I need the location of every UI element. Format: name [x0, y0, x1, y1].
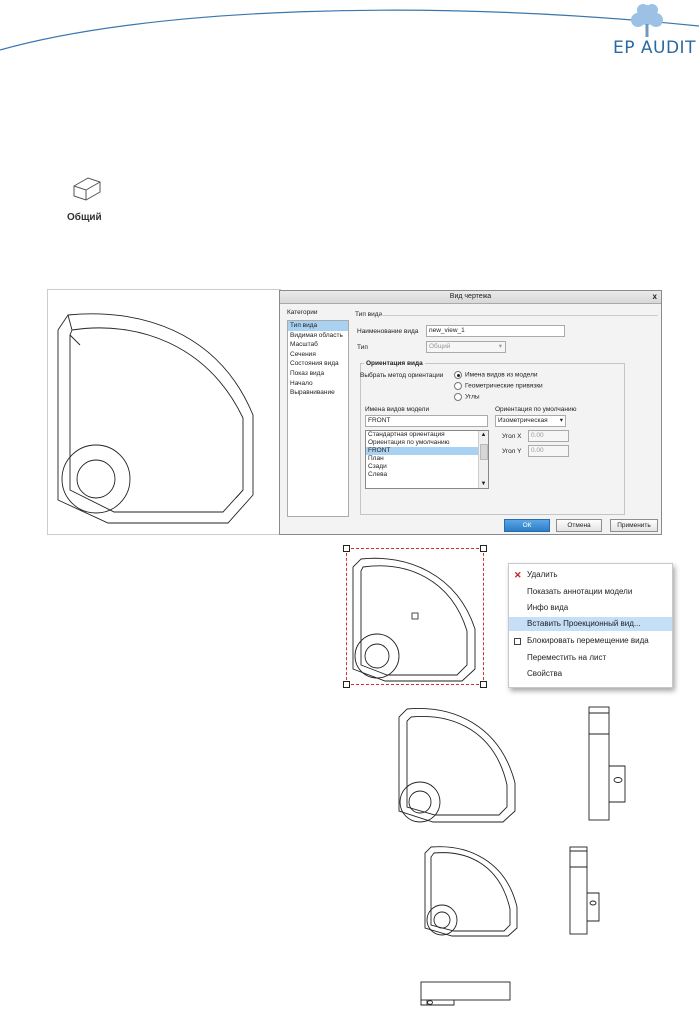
- general-view-button[interactable]: Общий: [62, 172, 110, 227]
- resize-handle[interactable]: [480, 681, 487, 688]
- type-label: Тип: [357, 344, 368, 351]
- dialog-title: Вид чертежа: [280, 291, 661, 304]
- model-view-item[interactable]: Ориентация по умолчанию: [366, 439, 488, 447]
- selected-drawing-view[interactable]: [343, 545, 487, 688]
- angle-x-input[interactable]: 0.00: [528, 430, 569, 442]
- section-title: Тип вида: [355, 311, 383, 318]
- checkbox-icon[interactable]: [514, 638, 521, 645]
- category-item[interactable]: Сечения: [288, 350, 348, 360]
- scroll-thumb[interactable]: [480, 444, 488, 460]
- category-item[interactable]: Тип вида: [288, 321, 348, 331]
- type-select-value: Общий: [429, 343, 451, 350]
- menu-item-view-info[interactable]: Инфо вида: [509, 601, 672, 615]
- category-item[interactable]: Видимая область: [288, 331, 348, 341]
- radio-label: Углы: [465, 393, 480, 401]
- side-projection-view: [588, 706, 626, 821]
- radio-label: Имена видов из модели: [465, 371, 538, 379]
- menu-item-label: Переместить на лист: [527, 653, 607, 662]
- model-view-item[interactable]: Сзади: [366, 463, 488, 471]
- menu-item-label: Показать аннотации модели: [527, 587, 633, 596]
- logo-text: EP AUDIT: [613, 38, 696, 58]
- close-icon[interactable]: x: [653, 291, 657, 303]
- menu-item-label: Блокировать перемещение вида: [527, 636, 649, 645]
- apply-button[interactable]: Применить: [610, 519, 658, 532]
- category-item[interactable]: Показ вида: [288, 369, 348, 379]
- menu-item-lock-movement[interactable]: Блокировать перемещение вида: [509, 634, 672, 648]
- default-orientation-label: Ориентация по умолчанию: [495, 406, 577, 413]
- radio-angles[interactable]: Углы: [454, 393, 480, 401]
- cancel-button[interactable]: Отмена: [556, 519, 602, 532]
- model-view-item[interactable]: Стандартная ориентация: [366, 431, 488, 439]
- category-item[interactable]: Выравнивание: [288, 388, 348, 398]
- radio-off-icon: [454, 393, 462, 401]
- orientation-group-label: Ориентация вида: [364, 360, 425, 367]
- model-view-item[interactable]: FRONT: [366, 447, 479, 455]
- angle-y-label: Угол Y: [502, 448, 522, 455]
- model-views-list[interactable]: Стандартная ориентация Ориентация по умо…: [365, 430, 489, 489]
- menu-item-move-to-sheet[interactable]: Переместить на лист: [509, 651, 672, 665]
- general-view-icon: [73, 177, 101, 201]
- radio-model-views[interactable]: Имена видов из модели: [454, 371, 538, 379]
- view-name-input[interactable]: new_view_1: [426, 325, 565, 337]
- menu-item-properties[interactable]: Свойства: [509, 667, 672, 681]
- angle-y-input[interactable]: 0.00: [528, 445, 569, 457]
- radio-off-icon: [454, 382, 462, 390]
- view-name-label: Наименование вида: [357, 328, 419, 335]
- model-view-filter-input[interactable]: FRONT: [365, 415, 488, 427]
- radio-label: Геометрические привязки: [465, 382, 543, 390]
- scroll-down-icon[interactable]: ▼: [479, 480, 488, 488]
- category-item[interactable]: Состояния вида: [288, 359, 348, 369]
- radio-geometric-refs[interactable]: Геометрические привязки: [454, 382, 543, 390]
- list-scrollbar[interactable]: ▲ ▼: [478, 431, 488, 488]
- resize-handle[interactable]: [343, 545, 350, 552]
- part-drawing: [57, 313, 254, 524]
- model-view-names-label: Имена видов модели: [365, 406, 430, 413]
- drawing-view-dialog: Вид чертежа x Категории Тип вида Видимая…: [279, 290, 662, 535]
- delete-x-icon: ✕: [514, 570, 522, 580]
- header-curve: [0, 9, 699, 51]
- type-select[interactable]: Общий ▾: [426, 341, 506, 353]
- resize-handle[interactable]: [343, 681, 350, 688]
- logo-tree-icon: [631, 4, 663, 37]
- menu-item-label: Удалить: [527, 570, 558, 579]
- default-orientation-value: Изометрическая: [498, 417, 548, 424]
- front-view-drawing: [398, 708, 516, 823]
- model-view-item[interactable]: Слева: [366, 471, 488, 479]
- menu-item-insert-projection[interactable]: Вставить Проекционный вид...: [509, 617, 672, 631]
- chevron-down-icon: ▾: [498, 343, 502, 350]
- categories-list[interactable]: Тип вида Видимая область Масштаб Сечения…: [287, 320, 349, 517]
- resize-handle[interactable]: [480, 545, 487, 552]
- categories-label: Категории: [287, 309, 318, 316]
- section-divider: [380, 315, 658, 316]
- menu-item-label: Инфо вида: [527, 603, 569, 612]
- front-view-drawing-small: [424, 846, 518, 937]
- menu-item-delete[interactable]: ✕ Удалить: [509, 568, 672, 582]
- default-orientation-select[interactable]: Изометрическая ▾: [495, 415, 566, 427]
- general-view-label: Общий: [67, 212, 102, 223]
- orientation-method-label: Выбрать метод ориентации: [360, 372, 444, 379]
- radio-on-icon: [454, 371, 462, 379]
- side-projection-view-small: [569, 846, 600, 935]
- model-view-item[interactable]: План: [366, 455, 488, 463]
- ok-button[interactable]: ОК: [504, 519, 550, 532]
- category-item[interactable]: Масштаб: [288, 340, 348, 350]
- category-item[interactable]: Начало: [288, 379, 348, 389]
- menu-item-show-annotations[interactable]: Показать аннотации модели: [509, 585, 672, 599]
- menu-item-label: Вставить Проекционный вид...: [527, 619, 641, 628]
- drawing-preview-panel: [47, 289, 281, 535]
- scroll-up-icon[interactable]: ▲: [479, 431, 488, 439]
- menu-item-label: Свойства: [527, 669, 563, 678]
- angle-x-label: Угол X: [502, 433, 522, 440]
- selected-part-drawing: [352, 557, 476, 682]
- top-projection-view: [420, 981, 511, 1006]
- context-menu: ✕ Удалить Показать аннотации модели Инфо…: [508, 563, 673, 688]
- chevron-down-icon: ▾: [559, 417, 563, 424]
